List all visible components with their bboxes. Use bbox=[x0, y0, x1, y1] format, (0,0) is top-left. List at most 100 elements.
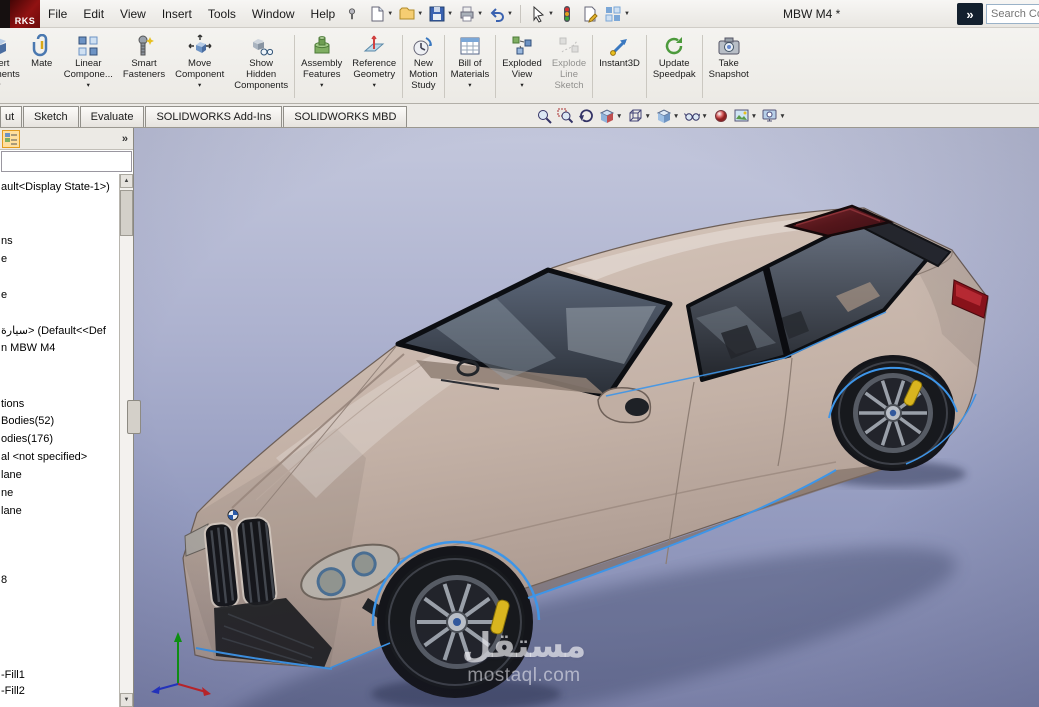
zoom-to-area-icon[interactable] bbox=[557, 108, 573, 124]
view-orientation-icon[interactable]: ▼ bbox=[627, 108, 651, 124]
scroll-up-button[interactable]: ▲ bbox=[120, 174, 133, 188]
ribbon-label: Assembly Features bbox=[301, 58, 343, 80]
tree-item-material[interactable]: al <not specified> bbox=[1, 449, 87, 465]
dropdown-arrow-icon[interactable]: ▼ bbox=[548, 11, 554, 17]
feature-manager-tree-tab[interactable] bbox=[2, 129, 20, 148]
undo-icon[interactable] bbox=[486, 4, 507, 24]
move-component-icon bbox=[188, 32, 212, 59]
menu-help[interactable]: Help bbox=[303, 0, 344, 27]
hide-show-items-icon[interactable]: ▼ bbox=[684, 108, 708, 124]
menu-window[interactable]: Window bbox=[244, 0, 303, 27]
ribbon-button-smart-fasteners[interactable]: Smart Fasteners bbox=[118, 30, 170, 103]
ribbon-button-insert-components[interactable]: nsert mponents ▾ bbox=[0, 30, 25, 103]
view-grid-icon[interactable] bbox=[603, 4, 624, 24]
dropdown-arrow-icon[interactable]: ▼ bbox=[779, 113, 785, 120]
ribbon-button-assembly-features[interactable]: Assembly Features ▾ bbox=[296, 30, 347, 103]
dropdown-arrow-icon[interactable]: ▾ bbox=[0, 82, 1, 89]
tree-item-mbw-m4[interactable]: n MBW M4 bbox=[1, 340, 55, 356]
dropdown-arrow-icon[interactable]: ▼ bbox=[477, 11, 483, 17]
tree-item[interactable]: e bbox=[1, 287, 7, 303]
dropdown-arrow-icon[interactable]: ▾ bbox=[198, 82, 201, 89]
take-snapshot-icon bbox=[717, 32, 741, 59]
ribbon-button-linear-component-pattern[interactable]: Linear Compone... ▾ bbox=[59, 30, 118, 103]
car-model-bmw-m4[interactable] bbox=[136, 128, 1039, 707]
menu-insert[interactable]: Insert bbox=[154, 0, 200, 27]
rebuild-stoplight-icon[interactable] bbox=[557, 4, 578, 24]
ribbon-button-bill-of-materials[interactable]: Bill of Materials ▾ bbox=[446, 30, 495, 103]
file-properties-icon[interactable] bbox=[580, 4, 601, 24]
tree-item-sensors[interactable]: ns bbox=[1, 233, 13, 249]
dropdown-arrow-icon[interactable]: ▼ bbox=[701, 113, 707, 120]
tree-item-root-assembly[interactable]: ault<Display State-1>) bbox=[1, 179, 110, 195]
apply-scene-icon[interactable]: ▼ bbox=[734, 108, 757, 124]
dropdown-arrow-icon[interactable]: ▼ bbox=[673, 113, 679, 120]
mate-icon bbox=[30, 32, 54, 59]
dropdown-arrow-icon[interactable]: ▾ bbox=[373, 82, 376, 89]
dropdown-arrow-icon[interactable]: ▾ bbox=[520, 82, 523, 89]
dropdown-arrow-icon[interactable]: ▼ bbox=[751, 113, 757, 120]
ribbon-button-show-hidden-components[interactable]: Show Hidden Components bbox=[229, 30, 293, 103]
panel-expand-chevrons[interactable]: » bbox=[122, 133, 131, 145]
dropdown-arrow-icon[interactable]: ▼ bbox=[387, 11, 393, 17]
tree-item-right-plane[interactable]: lane bbox=[1, 503, 22, 519]
menu-view[interactable]: View bbox=[112, 0, 154, 27]
ribbon-label: Move Component bbox=[175, 58, 225, 80]
tree-item-solid-bodies[interactable]: Bodies(52) bbox=[1, 413, 54, 429]
view-settings-icon[interactable]: ▼ bbox=[762, 108, 786, 124]
ribbon-button-explode-line-sketch[interactable]: Explode Line Sketch bbox=[547, 30, 591, 103]
tab-layout[interactable]: ut bbox=[0, 106, 22, 127]
ribbon-button-reference-geometry[interactable]: Reference Geometry ▾ bbox=[347, 30, 401, 103]
tree-item-front-plane[interactable]: lane bbox=[1, 467, 22, 483]
save-icon[interactable] bbox=[426, 4, 447, 24]
tree-item-car-component[interactable]: سيارة> (Default<<Def bbox=[1, 322, 106, 338]
feature-manager-filter-field[interactable] bbox=[1, 151, 132, 172]
scrollbar-thumb[interactable] bbox=[120, 190, 133, 236]
ribbon-button-new-motion-study[interactable]: New Motion Study bbox=[404, 30, 443, 103]
edit-appearance-icon[interactable] bbox=[713, 108, 729, 124]
tree-scrollbar[interactable]: ▲ ▼ bbox=[119, 174, 133, 707]
panel-splitter-grip[interactable] bbox=[127, 400, 141, 434]
section-view-icon[interactable]: ▼ bbox=[599, 108, 622, 124]
tree-item-top-plane[interactable]: ne bbox=[1, 485, 13, 501]
tree-item-sketch[interactable]: 8 bbox=[1, 572, 7, 588]
dropdown-arrow-icon[interactable]: ▾ bbox=[468, 82, 471, 89]
menu-pin-icon[interactable] bbox=[345, 7, 359, 21]
dropdown-arrow-icon[interactable]: ▼ bbox=[417, 11, 423, 17]
tab-solidworks-mbd[interactable]: SOLIDWORKS MBD bbox=[283, 106, 408, 127]
previous-view-icon[interactable] bbox=[578, 108, 594, 124]
tree-item-surface-fill1[interactable]: -Fill1 bbox=[1, 667, 25, 683]
menu-edit[interactable]: Edit bbox=[75, 0, 112, 27]
tab-evaluate[interactable]: Evaluate bbox=[79, 106, 145, 127]
ribbon-button-take-snapshot[interactable]: Take Snapshot bbox=[704, 30, 754, 103]
menu-tools[interactable]: Tools bbox=[200, 0, 244, 27]
tab-sketch[interactable]: Sketch bbox=[23, 106, 79, 127]
ribbon-button-exploded-view[interactable]: Exploded View ▾ bbox=[497, 30, 547, 103]
new-document-icon[interactable] bbox=[366, 4, 387, 24]
select-cursor-icon[interactable] bbox=[527, 4, 548, 24]
tab-solidworks-add-ins[interactable]: SOLIDWORKS Add-Ins bbox=[145, 106, 283, 127]
zoom-to-fit-icon[interactable] bbox=[536, 108, 552, 124]
dropdown-arrow-icon[interactable]: ▼ bbox=[644, 113, 650, 120]
dropdown-arrow-icon[interactable]: ▾ bbox=[87, 82, 90, 89]
menu-file[interactable]: File bbox=[40, 0, 75, 27]
dropdown-arrow-icon[interactable]: ▼ bbox=[624, 11, 630, 17]
open-icon[interactable] bbox=[396, 4, 417, 24]
ribbon-button-move-component[interactable]: Move Component ▾ bbox=[170, 30, 229, 103]
dropdown-arrow-icon[interactable]: ▾ bbox=[320, 82, 323, 89]
tree-item-annotations[interactable]: tions bbox=[1, 396, 24, 412]
dropdown-arrow-icon[interactable]: ▼ bbox=[616, 113, 622, 120]
scroll-down-button[interactable]: ▼ bbox=[120, 693, 133, 707]
graphics-area[interactable]: مستقل mostaql.com bbox=[134, 128, 1039, 707]
tree-item[interactable]: e bbox=[1, 251, 7, 267]
ribbon-button-instant3d[interactable]: Instant3D bbox=[594, 30, 645, 103]
dropdown-arrow-icon[interactable]: ▼ bbox=[507, 11, 513, 17]
ribbon-button-mate[interactable]: Mate bbox=[25, 30, 59, 103]
print-icon[interactable] bbox=[456, 4, 477, 24]
ribbon-button-update-speedpak[interactable]: Update Speedpak bbox=[648, 30, 701, 103]
display-style-icon[interactable]: ▼ bbox=[656, 108, 679, 124]
tree-item-surface-bodies[interactable]: odies(176) bbox=[1, 431, 53, 447]
toolbar-separator bbox=[520, 4, 521, 23]
search-input[interactable] bbox=[986, 4, 1039, 24]
tree-item-surface-fill2[interactable]: -Fill2 bbox=[1, 683, 25, 699]
dropdown-arrow-icon[interactable]: ▼ bbox=[447, 11, 453, 17]
